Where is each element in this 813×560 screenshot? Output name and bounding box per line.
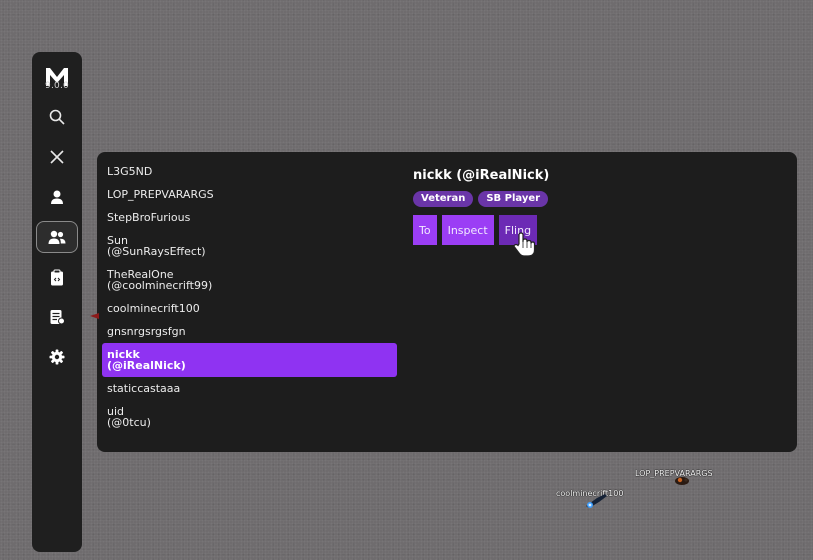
- close-button[interactable]: [37, 141, 77, 173]
- settings-button[interactable]: [37, 341, 77, 373]
- sidebar: 9.0.0: [32, 52, 82, 552]
- player-item[interactable]: TheRealOne (@coolminecrift99): [102, 263, 397, 297]
- profile-button[interactable]: [37, 181, 77, 213]
- player-detail-title: nickk (@iRealNick): [413, 168, 550, 183]
- player-list[interactable]: L3G5ND LOP_PREPVARARGS StepBroFurious Su…: [102, 160, 397, 450]
- player-avatar: [675, 477, 689, 485]
- player-item-selected[interactable]: nickk (@iRealNick): [102, 343, 397, 377]
- player-name: L3G5ND: [107, 165, 153, 178]
- clipboard-code-icon: [51, 269, 63, 285]
- player-item[interactable]: uid (@0tcu): [102, 400, 397, 434]
- player-item[interactable]: LOP_PREPVARARGS: [102, 183, 397, 206]
- player-name: LOP_PREPVARARGS: [107, 188, 214, 201]
- teleport-to-button[interactable]: To: [413, 215, 437, 245]
- player-item[interactable]: StepBroFurious: [102, 206, 397, 229]
- player-name: StepBroFurious: [107, 211, 191, 224]
- search-icon: [49, 109, 65, 125]
- version-label: 9.0.0: [45, 81, 69, 91]
- player-name: staticcastaaa: [107, 382, 181, 395]
- player-avatar: [586, 494, 607, 508]
- player-handle: (@coolminecrift99): [107, 279, 213, 292]
- player-item[interactable]: gnsnrgsrgsfgn: [102, 320, 397, 343]
- hand-cursor-icon: [513, 232, 536, 257]
- gear-icon: [49, 349, 65, 365]
- search-button[interactable]: [37, 101, 77, 133]
- player-name: gnsnrgsrgsfgn: [107, 325, 186, 338]
- veteran-badge: Veteran: [413, 191, 474, 207]
- player-handle: (@SunRaysEffect): [107, 245, 206, 258]
- player-item[interactable]: staticcastaaa: [102, 377, 397, 400]
- world-marker: [90, 313, 99, 319]
- players-panel: L3G5ND LOP_PREPVARARGS StepBroFurious Su…: [97, 152, 797, 452]
- close-icon: [50, 150, 64, 164]
- player-handle: (@0tcu): [107, 416, 151, 429]
- users-icon: [48, 230, 66, 244]
- badge-row: Veteran SB Player: [413, 191, 549, 207]
- players-button[interactable]: [36, 221, 78, 253]
- user-icon: [51, 190, 63, 204]
- logs-button[interactable]: [37, 301, 77, 333]
- player-item[interactable]: Sun (@SunRaysEffect): [102, 229, 397, 263]
- scripts-button[interactable]: [37, 261, 77, 293]
- document-icon: [50, 310, 65, 325]
- player-handle: (@iRealNick): [107, 359, 186, 372]
- inspect-button[interactable]: Inspect: [441, 215, 494, 245]
- app-logo: 9.0.0: [40, 64, 74, 92]
- sb-player-badge: SB Player: [478, 191, 549, 207]
- player-name: coolminecrift100: [107, 302, 200, 315]
- player-item[interactable]: L3G5ND: [102, 160, 397, 183]
- player-item[interactable]: coolminecrift100: [102, 297, 397, 320]
